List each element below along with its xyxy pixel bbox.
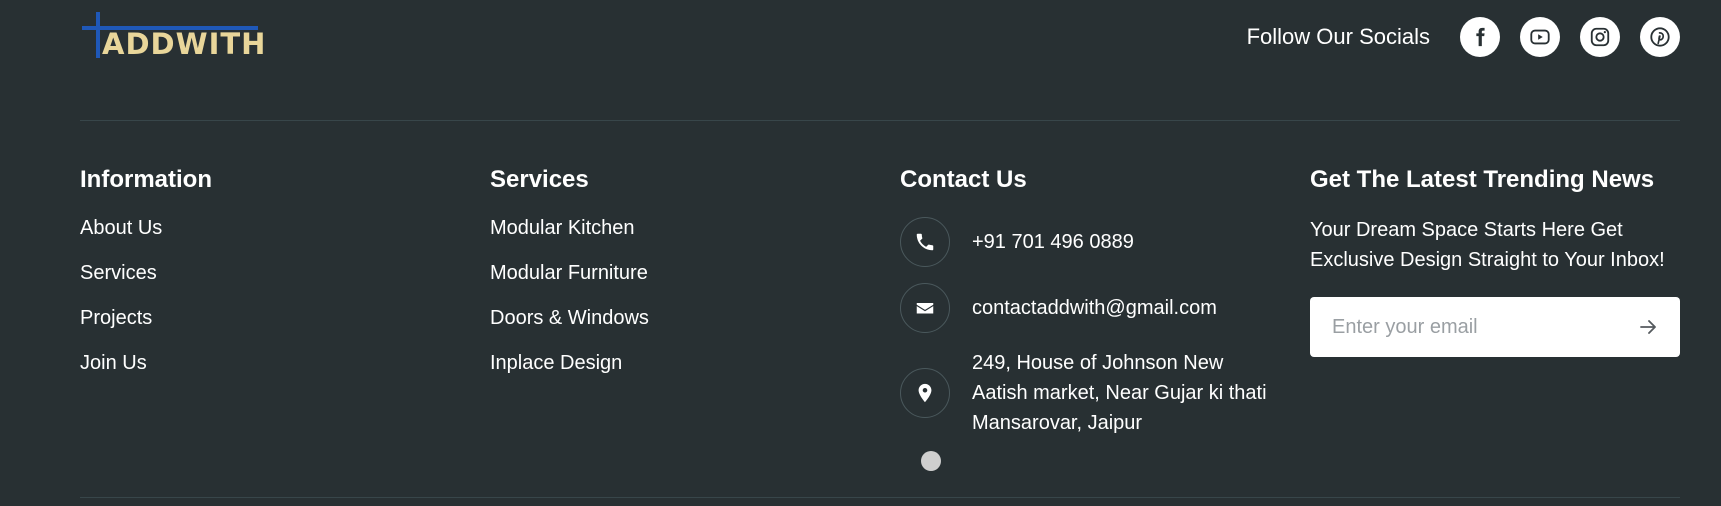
link-inplace-design[interactable]: Inplace Design bbox=[490, 351, 649, 375]
link-modular-kitchen[interactable]: Modular Kitchen bbox=[490, 216, 649, 240]
phone-icon bbox=[916, 233, 934, 251]
newsletter-form bbox=[1310, 297, 1680, 357]
scroll-indicator-dot bbox=[921, 451, 941, 471]
link-modular-furniture[interactable]: Modular Furniture bbox=[490, 261, 649, 285]
information-title: Information bbox=[80, 166, 212, 193]
link-projects[interactable]: Projects bbox=[80, 306, 212, 330]
facebook-icon bbox=[1476, 27, 1485, 47]
information-column: Information About Us Services Projects J… bbox=[80, 165, 212, 396]
services-title: Services bbox=[490, 166, 589, 193]
bottom-divider bbox=[80, 497, 1680, 498]
contact-address-row: 249, House of Johnson New Aatish market,… bbox=[900, 348, 1267, 438]
address-line-2: Aatish market, Near Gujar ki thati bbox=[972, 382, 1267, 404]
link-doors-windows[interactable]: Doors & Windows bbox=[490, 306, 649, 330]
arrow-right-icon[interactable] bbox=[1636, 315, 1660, 339]
email-icon-circle bbox=[900, 283, 950, 333]
envelope-icon bbox=[916, 302, 934, 314]
contact-email-row: contactaddwith@gmail.com bbox=[900, 283, 1217, 333]
services-links: Modular Kitchen Modular Furniture Doors … bbox=[490, 216, 649, 375]
contact-phone-row: +91 701 496 0889 bbox=[900, 217, 1134, 267]
logo-text: ADDWITH bbox=[102, 27, 267, 61]
newsletter-line-1: Your Dream Space Starts Here Get bbox=[1310, 219, 1623, 241]
contact-title: Contact Us bbox=[900, 166, 1027, 193]
contact-column: Contact Us bbox=[900, 165, 1027, 195]
contact-phone[interactable]: +91 701 496 0889 bbox=[972, 227, 1134, 257]
contact-address: 249, House of Johnson New Aatish market,… bbox=[972, 348, 1267, 438]
location-icon-circle bbox=[900, 368, 950, 418]
services-column: Services Modular Kitchen Modular Furnitu… bbox=[490, 165, 649, 396]
instagram-icon bbox=[1590, 27, 1610, 47]
pinterest-button[interactable] bbox=[1640, 17, 1680, 57]
phone-icon-circle bbox=[900, 217, 950, 267]
brand-logo[interactable]: ADDWITH bbox=[80, 10, 265, 62]
address-line-3: Mansarovar, Jaipur bbox=[972, 412, 1143, 434]
newsletter-column: Get The Latest Trending News Your Dream … bbox=[1310, 165, 1680, 275]
newsletter-title: Get The Latest Trending News bbox=[1310, 166, 1655, 193]
social-links: Follow Our Socials bbox=[1247, 17, 1680, 57]
newsletter-line-2: Exclusive Design Straight to Your Inbox! bbox=[1310, 249, 1665, 271]
instagram-button[interactable] bbox=[1580, 17, 1620, 57]
contact-email[interactable]: contactaddwith@gmail.com bbox=[972, 293, 1217, 323]
link-about-us[interactable]: About Us bbox=[80, 216, 212, 240]
newsletter-description: Your Dream Space Starts Here Get Exclusi… bbox=[1310, 215, 1680, 275]
link-join-us[interactable]: Join Us bbox=[80, 351, 212, 375]
location-pin-icon bbox=[918, 383, 932, 403]
top-divider bbox=[80, 120, 1680, 121]
facebook-button[interactable] bbox=[1460, 17, 1500, 57]
youtube-icon bbox=[1530, 29, 1550, 45]
logo-accent-vertical bbox=[96, 12, 100, 58]
pinterest-icon bbox=[1650, 27, 1670, 47]
socials-label: Follow Our Socials bbox=[1246, 24, 1430, 49]
information-links: About Us Services Projects Join Us bbox=[80, 216, 212, 375]
youtube-button[interactable] bbox=[1520, 17, 1560, 57]
address-line-1: 249, House of Johnson New bbox=[972, 352, 1224, 374]
link-services[interactable]: Services bbox=[80, 261, 212, 285]
newsletter-email-input[interactable] bbox=[1330, 314, 1624, 340]
